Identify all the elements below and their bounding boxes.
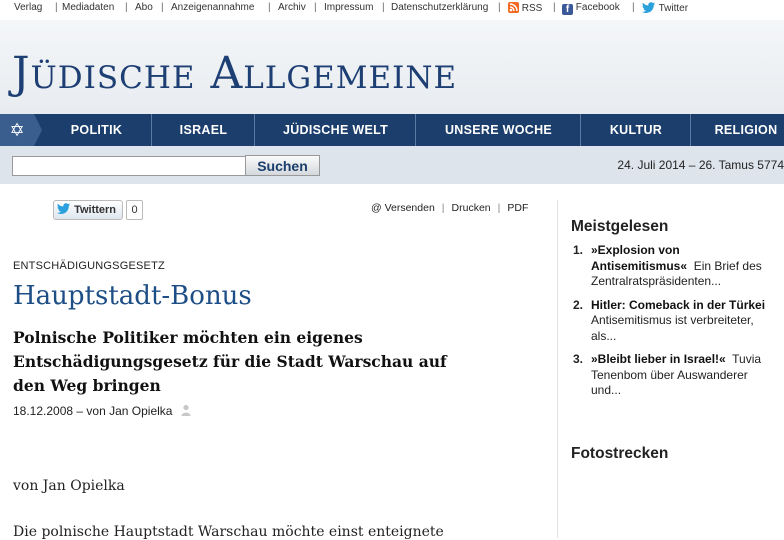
separator: | [441,202,445,214]
byline-text: 18.12.2008 – von Jan Opielka [13,404,173,418]
item-title[interactable]: »Bleibt lieber in Israel!« [591,352,726,366]
separator: | [161,2,164,13]
tab-politik[interactable]: POLITIK [42,114,151,146]
most-read-title: Meistgelesen [571,218,669,235]
separator: | [498,2,501,13]
facebook-label: Facebook [575,2,620,13]
article-subtitle: Polnische Politiker möchten ein eigenes … [13,328,447,395]
most-read-list: 1. »Explosion von Antisemitismus« Ein Br… [571,243,781,407]
search-bar: Suchen 24. Juli 2014 – 26. Tamus 5774 [0,146,784,184]
item-title[interactable]: »Explosion von Antisemitismus« [591,243,687,273]
link-twitter[interactable]: Twitter [642,2,688,14]
separator: | [125,2,128,13]
article-kicker: ENTSCHÄDIGUNGSGESETZ [13,260,165,272]
tweet-label: Twittern [74,204,117,216]
item-title[interactable]: Hitler: Comeback in der Türkei [591,298,765,312]
rss-icon [508,2,519,13]
tab-israel[interactable]: ISRAEL [151,114,255,146]
list-item[interactable]: 2. Hitler: Comeback in der Türkei Antise… [571,298,781,345]
utility-bar: Verlag | Mediadaten | Abo | Anzeigenanna… [0,0,784,16]
tweet-count: 0 [126,200,143,220]
tab-kultur[interactable]: KULTUR [580,114,691,146]
tab-unsere-woche[interactable]: UNSERE WOCHE [415,114,581,146]
column-divider [557,200,558,538]
tab-religion[interactable]: RELIGION [690,114,784,146]
main-nav: ✡ POLITIK ISRAEL JÜDISCHE WELT UNSERE WO… [0,114,784,146]
article-title: Hauptstadt-Bonus [13,281,252,311]
search-button[interactable]: Suchen [245,155,320,176]
link-impressum[interactable]: Impressum [324,2,373,13]
link-mediadaten[interactable]: Mediadaten [62,2,114,13]
send-link[interactable]: @ Versenden [371,202,435,214]
site-logo[interactable]: Jüdische Allgemeine [12,48,457,99]
separator: | [497,202,501,214]
rss-label: RSS [521,3,543,14]
article-author-line: von Jan Opielka [13,478,125,494]
link-abo[interactable]: Abo [135,2,153,13]
link-archiv[interactable]: Archiv [278,2,306,13]
author-icon[interactable] [181,404,191,416]
current-date: 24. Juli 2014 – 26. Tamus 5774 [617,158,784,172]
list-item[interactable]: 3. »Bleibt lieber in Israel!« Tuvia Tene… [571,352,781,399]
list-item[interactable]: 1. »Explosion von Antisemitismus« Ein Br… [571,243,781,290]
photo-gallery-title: Fotostrecken [571,445,669,462]
separator: | [268,2,271,13]
tab-juedische-welt[interactable]: JÜDISCHE WELT [254,114,416,146]
separator: | [382,2,385,13]
item-number: 2. [573,297,584,312]
twitter-icon [642,2,656,14]
link-anzeigenannahme[interactable]: Anzeigenannahme [171,2,254,13]
print-link[interactable]: Drucken [452,202,491,214]
link-datenschutz[interactable]: Datenschutzerklärung [391,2,488,13]
pdf-link[interactable]: PDF [507,202,528,214]
separator: | [632,2,635,13]
home-star-icon[interactable]: ✡ [0,114,34,146]
masthead: Jüdische Allgemeine [0,20,784,114]
twitter-label: Twitter [658,3,689,14]
link-facebook[interactable]: f Facebook [562,2,620,15]
facebook-icon: f [562,4,573,15]
article-byline: 18.12.2008 – von Jan Opielka [13,404,191,418]
link-rss[interactable]: RSS [508,2,542,14]
item-number: 3. [573,352,584,366]
link-verlag[interactable]: Verlag [14,2,42,13]
search-input[interactable] [12,156,247,176]
item-number: 1. [573,243,584,257]
tweet-button[interactable]: Twittern [53,200,123,220]
item-description: Antisemitismus ist verbreiteter, als... [591,313,754,343]
separator: | [55,2,58,13]
nav-arrow-icon [34,114,42,146]
twitter-icon [57,202,71,220]
separator: | [553,2,556,13]
separator: | [314,2,317,13]
article-tools: @ Versenden | Drucken | PDF [371,202,528,214]
